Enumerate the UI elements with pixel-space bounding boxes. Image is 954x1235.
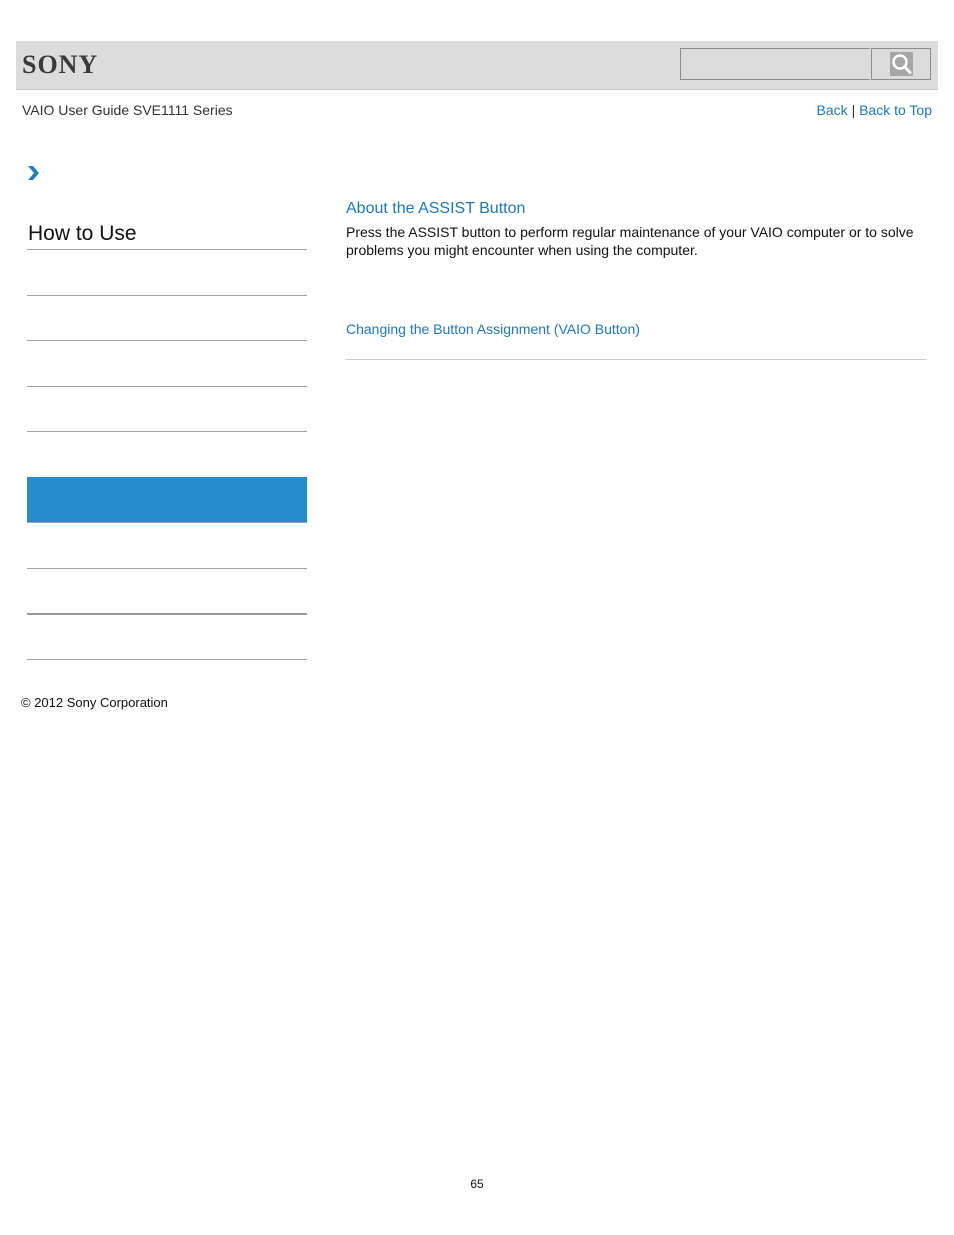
search-input[interactable]: [680, 48, 870, 80]
sidebar-divider: [27, 249, 307, 250]
content-body: Press the ASSIST button to perform regul…: [346, 224, 914, 258]
sidebar-item[interactable]: [27, 431, 307, 432]
search-button[interactable]: [871, 48, 931, 80]
sidebar-item[interactable]: [27, 386, 307, 387]
back-link[interactable]: Back: [817, 102, 848, 118]
page-number: 65: [470, 1177, 484, 1191]
content-heading[interactable]: About the ASSIST Button: [346, 200, 525, 218]
sidebar-item[interactable]: [27, 522, 307, 523]
sidebar-item[interactable]: [27, 613, 307, 615]
top-nav-links: Back | Back to Top: [817, 102, 932, 118]
sidebar-item-active[interactable]: [27, 477, 307, 522]
content-divider: [346, 359, 926, 360]
guide-title: VAIO User Guide SVE1111 Series: [22, 102, 233, 118]
chevron-right-icon[interactable]: [26, 165, 40, 186]
sidebar-item[interactable]: [27, 295, 307, 296]
sidebar-item[interactable]: [27, 659, 307, 660]
back-to-top-link[interactable]: Back to Top: [859, 102, 932, 118]
copyright: © 2012 Sony Corporation: [21, 695, 168, 710]
related-link[interactable]: Changing the Button Assignment (VAIO But…: [346, 321, 640, 337]
link-separator: |: [851, 102, 856, 118]
sidebar-item[interactable]: [27, 340, 307, 341]
section-title: How to Use: [28, 222, 137, 245]
sony-logo[interactable]: SONY: [22, 50, 98, 80]
search-icon: [890, 52, 913, 76]
sidebar-item[interactable]: [27, 568, 307, 569]
